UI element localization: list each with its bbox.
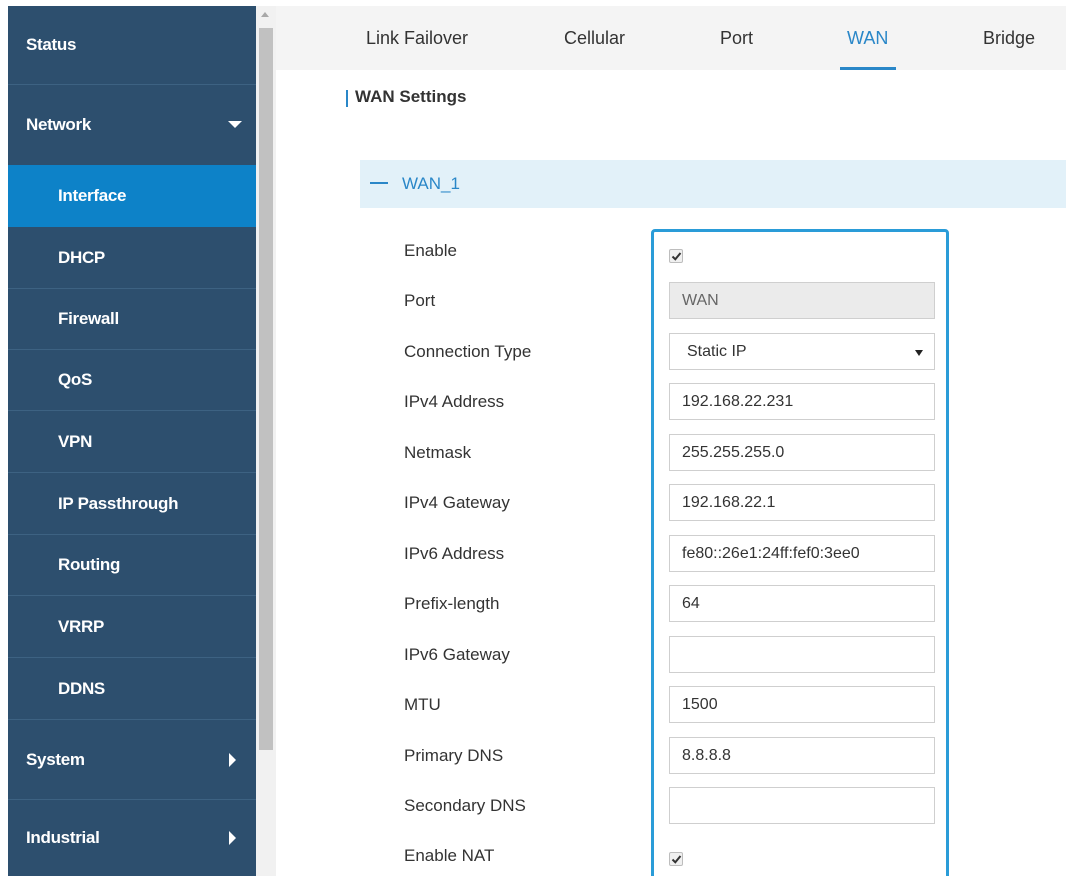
sidebar-item-interface[interactable]: Interface [8,165,256,227]
netmask-input[interactable]: 255.255.255.0 [669,434,935,471]
sidebar-item-system[interactable]: System [8,720,256,799]
caret-right-icon [229,831,236,845]
prefix-length-label: Prefix-length [404,594,500,613]
sidebar-item-label: VPN [58,431,93,451]
tab-wan[interactable]: WAN [847,28,888,49]
caret-down-icon [228,121,242,128]
enable-label: Enable [404,241,457,260]
tab-link-failover[interactable]: Link Failover [366,28,468,49]
enable-nat-label: Enable NAT [404,846,495,865]
sidebar-item-ip-passthrough[interactable]: IP Passthrough [8,473,256,534]
enable-checkbox[interactable] [669,249,683,263]
sidebar-item-status[interactable]: Status [8,6,256,84]
ipv4-address-label: IPv4 Address [404,392,505,411]
sidebar-item-industrial[interactable]: Industrial [8,800,256,876]
sidebar-item-vrrp[interactable]: VRRP [8,596,256,657]
ipv6-gateway-label: IPv6 Gateway [404,645,510,664]
scroll-up-arrow-icon[interactable] [261,12,269,17]
ipv4-gateway-label: IPv4 Gateway [404,493,510,512]
sidebar-item-dhcp[interactable]: DHCP [8,227,256,288]
tab-bridge[interactable]: Bridge [983,28,1035,49]
netmask-label: Netmask [404,443,472,462]
tab-cellular[interactable]: Cellular [564,28,625,49]
primary-dns-label: Primary DNS [404,746,504,765]
minus-icon[interactable] [370,182,388,184]
sidebar-item-label: Interface [58,186,127,205]
sidebar-item-label: DHCP [58,247,105,267]
connection-type-label: Connection Type [404,342,532,361]
sidebar-item-label: VRRP [58,616,105,636]
sidebar-item-firewall[interactable]: Firewall [8,289,256,349]
ipv4-address-input[interactable]: 192.168.22.231 [669,383,935,420]
sidebar-item-label: Firewall [58,309,119,328]
connection-type-value: Static IP [687,342,747,360]
dropdown-arrow-icon [915,350,923,356]
section-accent-bar [346,90,348,107]
sidebar-item-label: Routing [58,555,121,574]
ipv4-gateway-input[interactable]: 192.168.22.1 [669,484,935,521]
prefix-length-input[interactable]: 64 [669,585,935,622]
active-tab-indicator [840,67,896,70]
mtu-label: MTU [404,695,441,714]
sidebar-scrollbar[interactable] [256,6,276,876]
sidebar-item-vpn[interactable]: VPN [8,411,256,472]
wan-1-group-header[interactable]: WAN_1 [360,160,1066,208]
sidebar-item-ddns[interactable]: DDNS [8,658,256,719]
section-title: WAN Settings [355,87,467,106]
port-label: Port [404,291,436,310]
sidebar-item-label: Status [26,35,77,54]
checkmark-icon [671,252,682,261]
caret-right-icon [229,752,236,767]
ipv6-gateway-input[interactable] [669,636,935,673]
secondary-dns-label: Secondary DNS [404,796,526,815]
ipv6-address-label: IPv6 Address [404,544,505,563]
sidebar-item-network[interactable]: Network [8,85,256,165]
sidebar-item-label: DDNS [58,678,105,698]
ipv6-address-input[interactable]: fe80::26e1:24ff:fef0:3ee0 [669,535,935,572]
sidebar-item-label: Industrial [26,828,100,847]
tab-bar: Link Failover Cellular Port WAN Bridge [276,6,1066,70]
sidebar-item-label: IP Passthrough [58,493,179,513]
tab-port[interactable]: Port [720,28,753,49]
main-content: Link Failover Cellular Port WAN Bridge W… [276,6,1066,876]
enable-nat-checkbox[interactable] [669,852,683,866]
sidebar-item-qos[interactable]: QoS [8,350,256,410]
primary-dns-input[interactable]: 8.8.8.8 [669,737,935,774]
secondary-dns-input[interactable] [669,787,935,824]
scrollbar-thumb[interactable] [259,28,273,750]
sidebar-item-routing[interactable]: Routing [8,535,256,595]
sidebar-item-label: Network [26,115,91,134]
sidebar-item-label: System [26,749,85,769]
wan-group-title: WAN_1 [402,174,460,193]
sidebar-nav: Status Network Interface DHCP Firewall Q… [8,6,256,876]
mtu-input[interactable]: 1500 [669,686,935,723]
sidebar-item-label: QoS [58,370,93,389]
port-field: WAN [669,282,935,319]
connection-type-select[interactable]: Static IP [669,333,935,370]
checkmark-icon [671,855,682,864]
